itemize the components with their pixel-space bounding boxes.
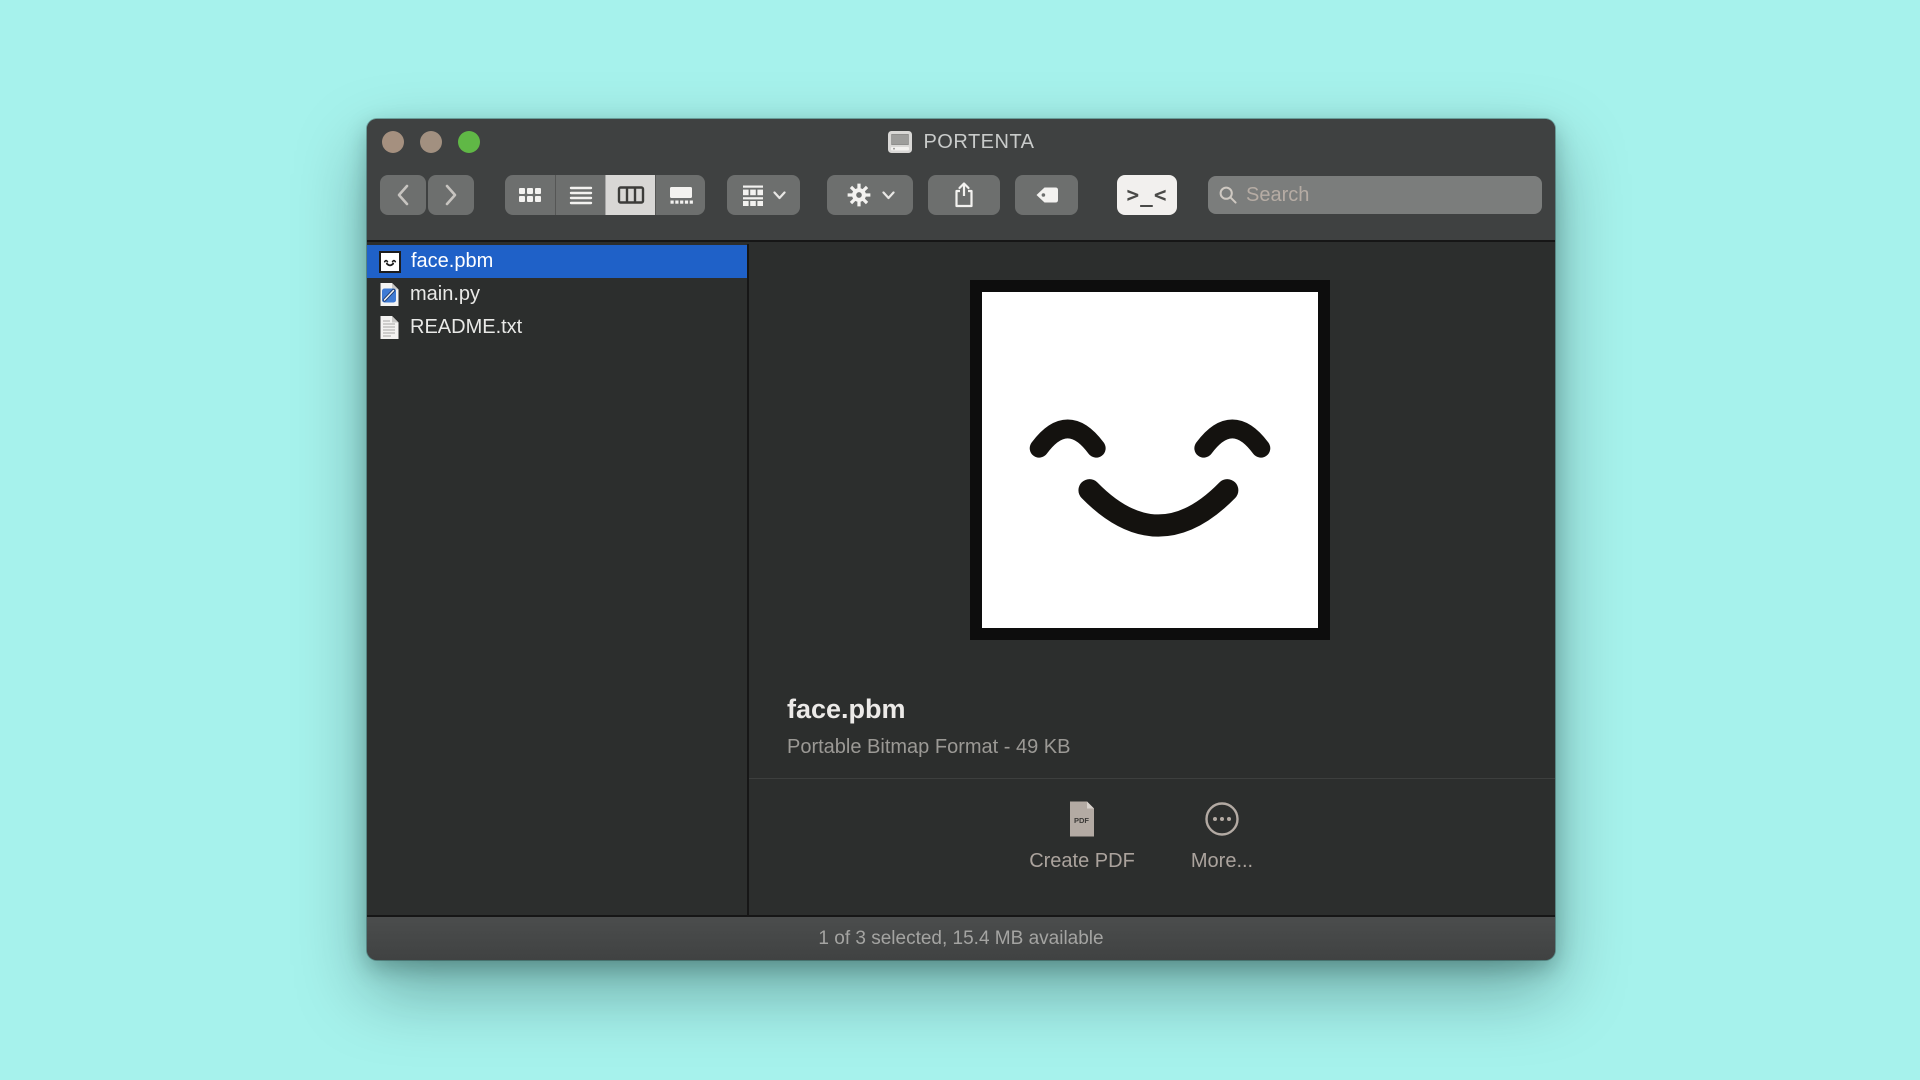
- icon-view-button[interactable]: [505, 175, 555, 215]
- pdf-icon-label: PDF: [1074, 816, 1089, 825]
- icon-view-icon: [517, 185, 543, 205]
- column-view-button[interactable]: [605, 175, 655, 215]
- group-by-icon: [741, 184, 765, 206]
- preview-file-name: face.pbm: [787, 694, 906, 725]
- search-input[interactable]: [1246, 184, 1532, 207]
- file-row-readme-txt[interactable]: README.txt: [367, 311, 747, 344]
- ellipsis-circle-icon: [1203, 800, 1241, 838]
- gallery-view-icon: [668, 185, 694, 205]
- drive-icon: [887, 130, 913, 154]
- create-pdf-label: Create PDF: [1029, 850, 1135, 873]
- window-title-area: PORTENTA: [367, 119, 1555, 165]
- forward-button[interactable]: [428, 175, 474, 215]
- gear-icon: [846, 182, 872, 208]
- back-button[interactable]: [380, 175, 426, 215]
- chevron-down-icon: [773, 191, 786, 200]
- forward-chevron-icon: [444, 184, 458, 206]
- file-name: main.py: [410, 283, 480, 306]
- file-list-column: face.pbm main.py: [367, 245, 747, 344]
- window-title: PORTENTA: [923, 131, 1034, 154]
- chevron-down-icon: [882, 191, 895, 200]
- list-view-icon: [568, 185, 594, 205]
- pdf-document-icon: PDF: [1067, 800, 1097, 838]
- list-view-button[interactable]: [555, 175, 605, 215]
- gallery-view-button[interactable]: [655, 175, 705, 215]
- tag-icon: [1034, 185, 1060, 205]
- face-thumbnail-icon: [379, 251, 401, 273]
- python-script-icon: [379, 282, 400, 307]
- view-switcher: [505, 175, 705, 215]
- share-button[interactable]: [928, 175, 1000, 215]
- tag-button[interactable]: [1015, 175, 1078, 215]
- group-by-button[interactable]: [727, 175, 800, 215]
- more-button[interactable]: More...: [1137, 800, 1307, 873]
- share-icon: [952, 181, 976, 209]
- file-row-face-pbm[interactable]: face.pbm: [367, 245, 747, 278]
- more-label: More...: [1191, 850, 1253, 873]
- toolbar: >_<: [367, 165, 1555, 242]
- finder-window: PORTENTA: [367, 119, 1555, 960]
- preview-image-face: [970, 280, 1330, 640]
- text-document-icon: [379, 315, 400, 340]
- search-field[interactable]: [1208, 176, 1542, 214]
- file-name: face.pbm: [411, 250, 493, 273]
- content-area: face.pbm main.py: [367, 244, 1555, 915]
- title-bar[interactable]: PORTENTA: [367, 119, 1555, 165]
- column-divider[interactable]: [747, 244, 749, 915]
- file-row-main-py[interactable]: main.py: [367, 278, 747, 311]
- squint-face-icon: >_<: [1127, 183, 1168, 207]
- status-text: 1 of 3 selected, 15.4 MB available: [818, 928, 1103, 950]
- search-icon: [1218, 185, 1238, 205]
- back-chevron-icon: [396, 184, 410, 206]
- preview-divider: [749, 778, 1555, 779]
- status-bar: 1 of 3 selected, 15.4 MB available: [367, 915, 1555, 960]
- action-menu-button[interactable]: [827, 175, 913, 215]
- squint-face-button[interactable]: >_<: [1117, 175, 1177, 215]
- file-name: README.txt: [410, 316, 522, 339]
- preview-file-meta: Portable Bitmap Format - 49 KB: [787, 736, 1070, 759]
- column-view-icon: [617, 185, 645, 205]
